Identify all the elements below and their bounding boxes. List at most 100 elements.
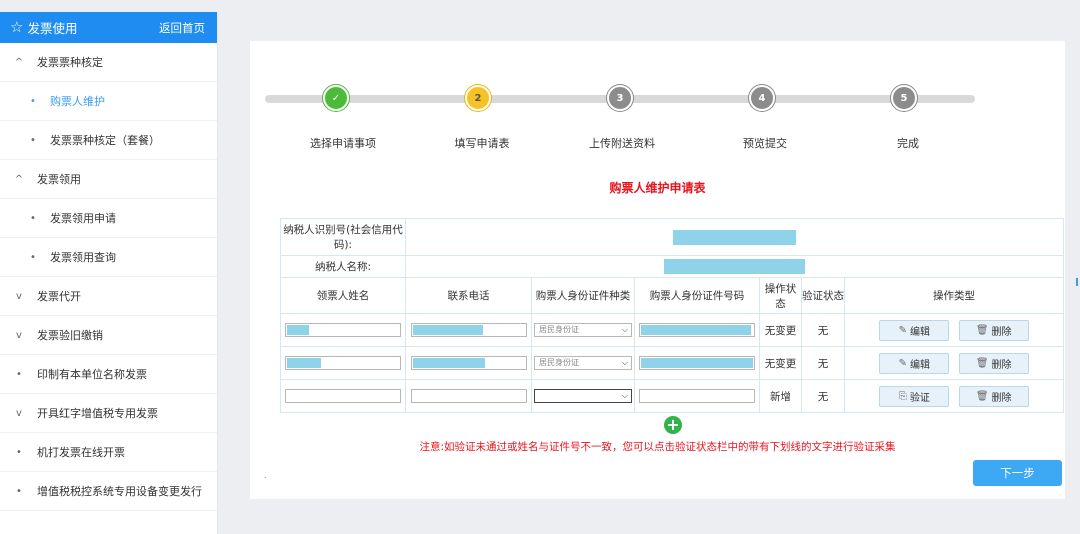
phone-input[interactable] bbox=[410, 323, 527, 337]
sidebar-item-label: 发票验旧缴销 bbox=[37, 329, 103, 342]
chevron-down-icon: v bbox=[16, 290, 22, 302]
bullet-icon: • bbox=[30, 95, 36, 107]
sidebar-item-label: 发票代开 bbox=[37, 290, 81, 303]
chevron-up-icon: ^ bbox=[14, 173, 24, 185]
add-row-icon[interactable]: + bbox=[664, 416, 682, 434]
sidebar-item-label: 增值税税控系统专用设备变更发行 bbox=[37, 485, 202, 498]
verify-status: 无 bbox=[801, 379, 845, 413]
phone-input[interactable] bbox=[410, 389, 527, 403]
taxpayer-id-value bbox=[405, 218, 1064, 256]
name-input[interactable] bbox=[285, 389, 401, 403]
chevron-down-icon: ⌵ bbox=[621, 391, 628, 400]
header-phone: 联系电话 bbox=[405, 277, 532, 314]
chevron-down-icon: ⌵ bbox=[621, 358, 628, 367]
bullet-icon: • bbox=[30, 251, 36, 263]
home-link[interactable]: 返回首页 bbox=[159, 20, 205, 36]
sidebar-header: ☆ 发票使用 返回首页 bbox=[0, 12, 217, 43]
verify-button[interactable]: ⎘ 验证 bbox=[879, 385, 950, 407]
sidebar-item-label: 发票领用查询 bbox=[50, 251, 116, 264]
phone-input[interactable] bbox=[410, 356, 527, 370]
sidebar-item-collect-apply[interactable]: • 发票领用申请 bbox=[0, 199, 217, 238]
header-op-type: 操作类型 bbox=[844, 277, 1064, 314]
step-3-label: 上传附送资料 bbox=[589, 137, 655, 150]
id-number-input[interactable] bbox=[639, 356, 755, 370]
edit-icon: ✎ bbox=[898, 324, 908, 336]
bullet-icon: • bbox=[30, 134, 36, 146]
taxpayer-name-value bbox=[405, 255, 1064, 278]
sidebar-item-cancel-old[interactable]: v 发票验旧缴销 bbox=[0, 316, 217, 355]
op-status: 新增 bbox=[759, 379, 802, 413]
chevron-down-icon: v bbox=[16, 407, 22, 419]
form-title: 购票人维护申请表 bbox=[609, 181, 706, 195]
taxpayer-name-label: 纳税人名称: bbox=[280, 255, 406, 278]
sidebar-item-ticket-type[interactable]: ^ 发票票种核定 bbox=[0, 43, 217, 82]
sidebar-item-invoice-collect[interactable]: ^ 发票领用 bbox=[0, 160, 217, 199]
step-3-circle: 3 bbox=[607, 85, 633, 111]
sidebar-item-label: 发票领用申请 bbox=[50, 212, 116, 225]
verify-status: 无 bbox=[801, 313, 845, 347]
chevron-down-icon: ⌵ bbox=[621, 325, 628, 334]
sidebar-item-proxy-issue[interactable]: v 发票代开 bbox=[0, 277, 217, 316]
sidebar-item-red-invoice[interactable]: v 开具红字增值税专用发票 bbox=[0, 394, 217, 433]
id-type-select[interactable]: 居民身份证 ⌵ bbox=[534, 356, 632, 370]
delete-button[interactable]: 🗑 删除 bbox=[958, 385, 1029, 407]
main-panel: ✓ 2 3 4 5 选择申请事项 填写申请表 上传附送资料 预览提交 完成 购票… bbox=[250, 41, 1065, 499]
id-type-select[interactable]: 居民身份证 ⌵ bbox=[534, 323, 632, 337]
bullet-icon: • bbox=[16, 368, 22, 380]
star-icon: ☆ bbox=[10, 18, 24, 36]
id-number-input[interactable] bbox=[639, 389, 755, 403]
id-number-input[interactable] bbox=[639, 323, 755, 337]
sidebar-item-collect-query[interactable]: • 发票领用查询 bbox=[0, 238, 217, 277]
step-2-circle: 2 bbox=[465, 85, 491, 111]
sidebar-item-label: 发票票种核定（套餐） bbox=[50, 134, 160, 147]
header-op-status: 操作状态 bbox=[759, 277, 802, 314]
trash-icon: 🗑 bbox=[975, 324, 989, 336]
id-type-select[interactable]: ⌵ bbox=[534, 389, 632, 403]
chevron-up-icon: ^ bbox=[14, 56, 24, 68]
table-row: ⌵ 新增 无 ⎘ 验证 🗑 删除 bbox=[280, 379, 1064, 413]
header-id-type: 购票人身份证件种类 bbox=[531, 277, 635, 314]
edit-icon: ✎ bbox=[898, 357, 908, 369]
header-id-number: 购票人身份证件号码 bbox=[634, 277, 760, 314]
op-status: 无变更 bbox=[759, 313, 802, 347]
sidebar-title: 发票使用 bbox=[27, 21, 78, 36]
delete-button[interactable]: 🗑 删除 bbox=[958, 319, 1029, 341]
step-1-check-icon: ✓ bbox=[323, 85, 349, 111]
sidebar-item-label: 机打发票在线开票 bbox=[37, 446, 125, 459]
sidebar-item-label: 印制有本单位名称发票 bbox=[37, 368, 147, 381]
step-2-label: 填写申请表 bbox=[454, 137, 510, 150]
delete-button[interactable]: 🗑 删除 bbox=[958, 352, 1029, 374]
header-verify-status: 验证状态 bbox=[801, 277, 845, 314]
redacted-taxpayer-name bbox=[664, 259, 805, 274]
sidebar-item-online-issue[interactable]: • 机打发票在线开票 bbox=[0, 433, 217, 472]
step-5-circle: 5 bbox=[891, 85, 917, 111]
verify-icon: ⎘ bbox=[898, 390, 907, 402]
taxpayer-id-label: 纳税人识别号(社会信用代码): bbox=[280, 218, 406, 256]
header-name: 领票人姓名 bbox=[280, 277, 406, 314]
sidebar-item-device-change[interactable]: • 增值税税控系统专用设备变更发行 bbox=[0, 472, 217, 511]
bullet-icon: • bbox=[30, 212, 36, 224]
step-1-label: 选择申请事项 bbox=[310, 137, 376, 150]
edge-indicator bbox=[1076, 278, 1078, 286]
trash-icon: 🗑 bbox=[975, 357, 989, 369]
buyer-form-table: 纳税人识别号(社会信用代码): 纳税人名称: 领票人姓名 联系电话 购票人身份证… bbox=[280, 218, 1064, 413]
footer-mark: . bbox=[264, 471, 267, 480]
next-step-button[interactable]: 下一步 bbox=[973, 460, 1062, 486]
name-input[interactable] bbox=[285, 323, 401, 337]
sidebar-item-buyer-maintenance[interactable]: • 购票人维护 bbox=[0, 82, 217, 121]
sidebar-item-label: 开具红字增值税专用发票 bbox=[37, 407, 158, 420]
sidebar-item-label: 发票领用 bbox=[37, 173, 81, 186]
bullet-icon: • bbox=[16, 446, 22, 458]
verify-status: 无 bbox=[801, 346, 845, 380]
chevron-down-icon: v bbox=[16, 329, 22, 341]
edit-button[interactable]: ✎ 编辑 bbox=[879, 352, 950, 374]
sidebar: ☆ 发票使用 返回首页 ^ 发票票种核定 • 购票人维护 • 发票票种核定（套餐） ^… bbox=[0, 12, 218, 534]
sidebar-item-label: 发票票种核定 bbox=[37, 56, 103, 69]
op-status: 无变更 bbox=[759, 346, 802, 380]
sidebar-item-print-named[interactable]: • 印制有本单位名称发票 bbox=[0, 355, 217, 394]
name-input[interactable] bbox=[285, 356, 401, 370]
redacted-taxpayer-id bbox=[673, 229, 796, 245]
sidebar-item-ticket-type-package[interactable]: • 发票票种核定（套餐） bbox=[0, 121, 217, 160]
table-row: 居民身份证 ⌵ 无变更 无 ✎ 编辑 🗑 删除 bbox=[280, 313, 1064, 347]
edit-button[interactable]: ✎ 编辑 bbox=[879, 319, 950, 341]
